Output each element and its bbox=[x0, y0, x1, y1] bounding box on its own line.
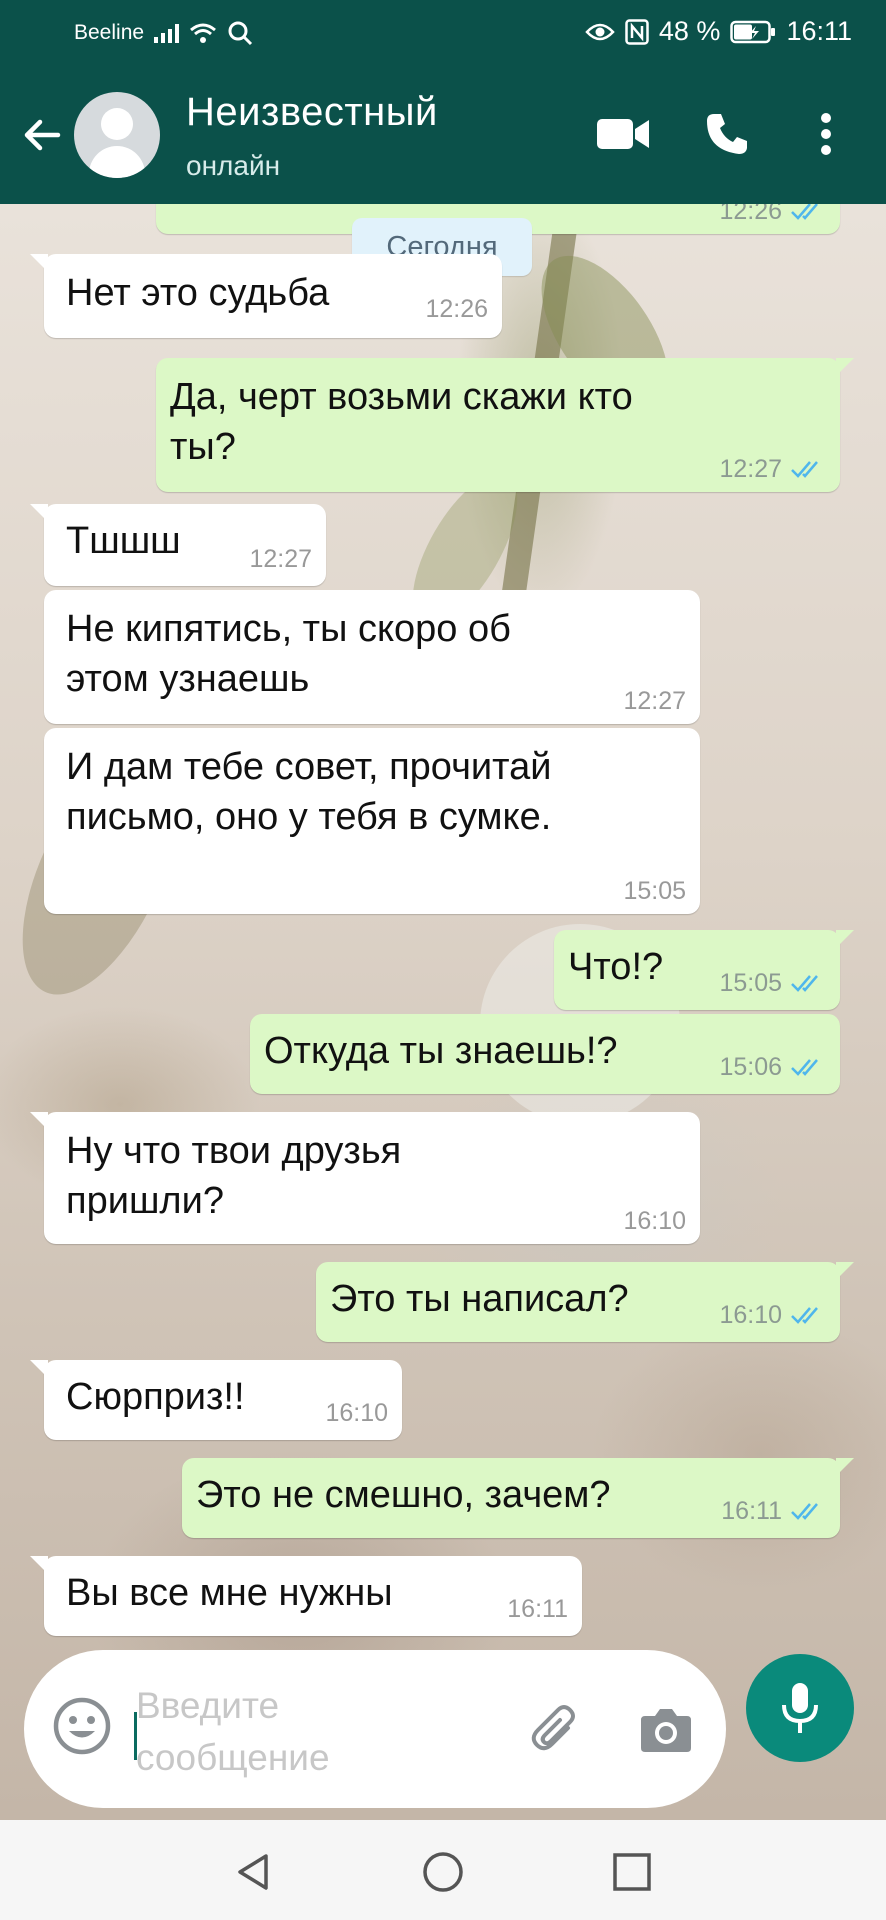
emoji-icon[interactable] bbox=[46, 1690, 118, 1762]
message-meta: 16:11 bbox=[507, 1594, 568, 1624]
message-meta: 16:10 bbox=[325, 1398, 388, 1428]
message-bubble-in[interactable]: Ну что твои друзья пришли? 16:10 bbox=[30, 1112, 700, 1244]
message-input[interactable]: Введите сообщение bbox=[136, 1680, 426, 1784]
message-text: Вы все мне нужны bbox=[66, 1572, 393, 1614]
message-meta: 15:06 bbox=[719, 1052, 826, 1082]
message-time: 15:05 bbox=[623, 877, 686, 905]
message-meta: 15:05 bbox=[623, 876, 686, 906]
nfc-icon bbox=[625, 18, 649, 45]
contact-name[interactable]: Неизвестный bbox=[186, 90, 438, 135]
phone-call-icon[interactable] bbox=[700, 104, 754, 164]
message-time: 12:26 bbox=[719, 204, 782, 225]
message-time: 12:26 bbox=[425, 295, 488, 323]
message-text: Не кипятись, ты скоро об этом узнаешь bbox=[66, 608, 511, 700]
mic-button[interactable] bbox=[746, 1654, 854, 1762]
read-ticks-icon bbox=[791, 461, 818, 478]
message-bubble-in[interactable]: Нет это судьба 12:26 bbox=[30, 254, 502, 338]
message-time: 12:27 bbox=[623, 687, 686, 715]
message-meta: 12:27 bbox=[249, 544, 312, 574]
message-text: Откуда ты знаешь!? bbox=[264, 1030, 618, 1072]
system-nav-bar bbox=[0, 1820, 886, 1920]
search-icon bbox=[228, 21, 253, 46]
chat-header: Неизвестный онлайн bbox=[0, 66, 886, 204]
nav-home-icon[interactable] bbox=[421, 1850, 465, 1894]
message-text: Нет это судьба bbox=[66, 272, 330, 314]
message-time: 16:10 bbox=[719, 1301, 782, 1329]
battery-icon bbox=[730, 20, 776, 43]
message-time: 16:10 bbox=[325, 1399, 388, 1427]
nav-recents-icon[interactable] bbox=[610, 1850, 654, 1894]
message-meta: 15:05 bbox=[719, 968, 826, 998]
message-time: 12:27 bbox=[249, 545, 312, 573]
message-meta: 12:26 bbox=[425, 294, 488, 324]
more-vert-icon[interactable] bbox=[806, 104, 846, 164]
message-time: 15:06 bbox=[719, 1053, 782, 1081]
message-text: И дам тебе совет, прочитай письмо, оно у… bbox=[66, 746, 552, 838]
message-text: Сюрприз!! bbox=[66, 1376, 245, 1418]
read-ticks-icon bbox=[791, 1059, 818, 1076]
message-input-bar: Введите сообщение bbox=[24, 1650, 726, 1808]
message-time: 16:11 bbox=[507, 1595, 568, 1623]
chat-area[interactable]: не смешно 12:26 Сегодня Нет это судьба 1… bbox=[0, 204, 886, 1820]
signal-icon bbox=[154, 23, 180, 43]
wifi-icon bbox=[190, 23, 217, 43]
message-meta: 16:10 bbox=[719, 1300, 826, 1330]
message-bubble-in[interactable]: И дам тебе совет, прочитай письмо, оно у… bbox=[44, 728, 700, 914]
message-bubble-in[interactable]: Тшшш 12:27 bbox=[30, 504, 326, 586]
read-ticks-icon bbox=[791, 975, 818, 992]
message-text: Это ты написал? bbox=[330, 1278, 629, 1320]
attach-icon[interactable] bbox=[526, 1700, 586, 1760]
message-text: Да, черт возьми скажи кто ты? bbox=[170, 376, 633, 468]
message-bubble-in[interactable]: Не кипятись, ты скоро об этом узнаешь 12… bbox=[44, 590, 700, 724]
message-bubble-in[interactable]: Сюрприз!! 16:10 bbox=[30, 1360, 402, 1440]
message-bubble-out[interactable]: Это ты написал? 16:10 bbox=[316, 1262, 854, 1342]
message-bubble-in[interactable]: Вы все мне нужны 16:11 bbox=[30, 1556, 582, 1636]
contact-status: онлайн bbox=[186, 150, 281, 181]
message-bubble-out[interactable]: Это не смешно, зачем? 16:11 bbox=[182, 1458, 854, 1538]
message-text: Ну что твои друзья пришли? bbox=[66, 1130, 402, 1222]
message-bubble-out[interactable]: Откуда ты знаешь!? 15:06 bbox=[250, 1014, 840, 1094]
status-time: 16:11 bbox=[786, 16, 852, 46]
read-ticks-icon bbox=[791, 1503, 818, 1520]
message-bubble-out[interactable]: Да, черт возьми скажи кто ты? 12:27 bbox=[156, 358, 854, 492]
nav-back-icon[interactable] bbox=[232, 1850, 276, 1894]
carrier-label: Beeline bbox=[74, 21, 145, 44]
read-ticks-icon bbox=[791, 204, 818, 220]
read-ticks-icon bbox=[791, 1307, 818, 1324]
mic-icon bbox=[782, 1683, 818, 1733]
message-meta: 12:27 bbox=[623, 686, 686, 716]
message-text: Тшшш bbox=[66, 520, 181, 562]
message-meta: 12:27 bbox=[719, 454, 826, 484]
message-meta: 16:10 bbox=[623, 1206, 686, 1236]
message-time: 12:27 bbox=[719, 455, 782, 483]
eye-icon bbox=[585, 23, 615, 40]
message-bubble-out[interactable]: Что!? 15:05 bbox=[554, 930, 854, 1010]
message-meta: 12:26 bbox=[719, 204, 826, 226]
message-text: не смешно bbox=[170, 204, 362, 212]
video-call-icon[interactable] bbox=[594, 104, 652, 164]
avatar[interactable] bbox=[74, 92, 160, 178]
battery-percent: 48 % bbox=[658, 16, 721, 46]
message-time: 16:10 bbox=[623, 1207, 686, 1235]
message-time: 16:11 bbox=[721, 1497, 782, 1525]
message-text: Что!? bbox=[568, 946, 664, 988]
camera-icon[interactable] bbox=[636, 1700, 696, 1760]
message-time: 15:05 bbox=[719, 969, 782, 997]
status-bar: Beeline 48 % 16:11 bbox=[0, 0, 886, 66]
message-meta: 16:11 bbox=[721, 1496, 826, 1526]
message-text: Это не смешно, зачем? bbox=[196, 1474, 611, 1516]
back-arrow-icon[interactable] bbox=[18, 110, 68, 160]
